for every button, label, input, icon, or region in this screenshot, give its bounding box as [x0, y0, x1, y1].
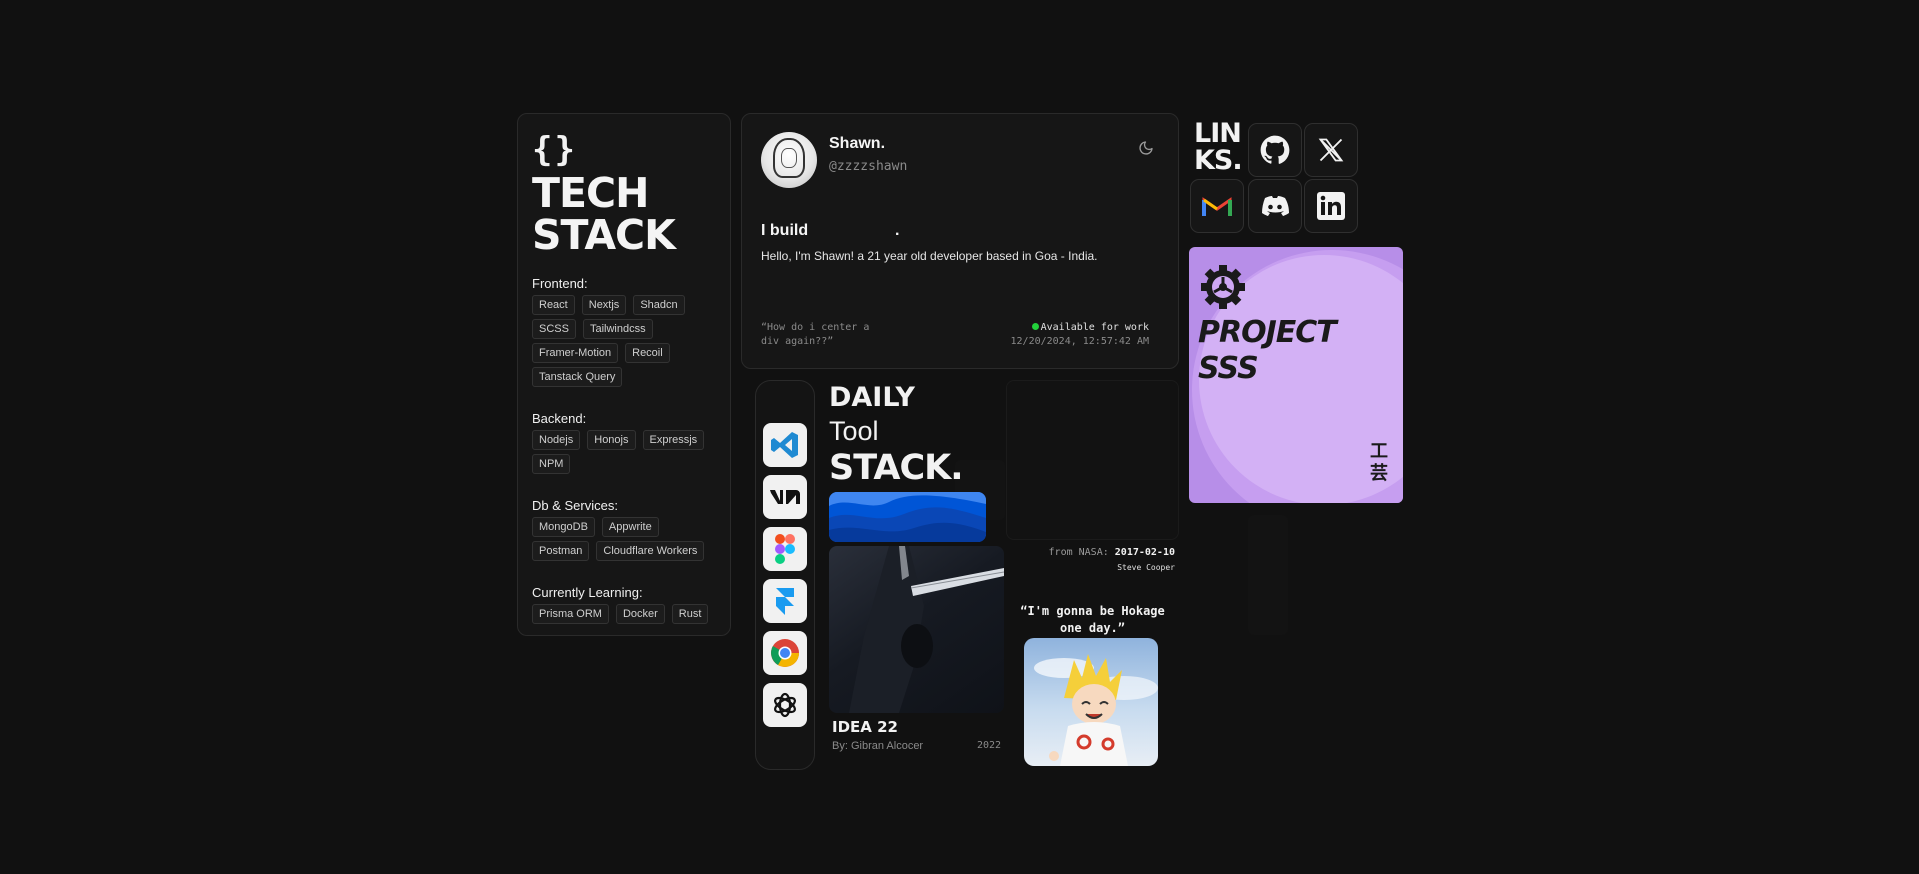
- avatar[interactable]: [761, 132, 817, 188]
- daily-tool-subtitle: Tool: [829, 416, 879, 446]
- linkedin-icon: [1317, 192, 1345, 220]
- profile-card: Shawn. @zzzzshawn I build . Hello, I'm S…: [741, 113, 1179, 369]
- build-heading: I build: [761, 222, 809, 239]
- v0-button[interactable]: [763, 475, 807, 519]
- project-title: PROJECT SSS: [1198, 315, 1337, 387]
- gmail-link[interactable]: [1190, 179, 1244, 233]
- kanji-2: 芸: [1370, 463, 1388, 483]
- tech-tag: React: [532, 295, 575, 315]
- tech-tag: SCSS: [532, 319, 576, 339]
- nasa-date: 2017-02-10: [1114, 547, 1175, 558]
- tech-section-heading: Backend:: [532, 411, 587, 426]
- anime-quote: “I'm gonna be Hokage one day.”: [1020, 604, 1165, 635]
- tech-tag: Nodejs: [532, 430, 581, 450]
- chrome-icon: [771, 639, 799, 667]
- profile-bio: Hello, I'm Shawn! a 21 year old develope…: [761, 249, 1098, 263]
- build-dot: .: [895, 222, 900, 239]
- nasa-caption: from NASA: 2017-02-10: [1049, 547, 1175, 558]
- discord-icon: [1262, 196, 1289, 216]
- tech-tag: Docker: [615, 604, 665, 624]
- profile-name: Shawn.: [829, 135, 886, 152]
- tech-sections: Frontend: React Nextjs Shadcn SCSS Tailwindcs…: [532, 276, 716, 624]
- song-artist: By: Gibran Alcocer: [832, 740, 924, 752]
- tech-tag: Cloudflare Workers: [596, 541, 705, 561]
- wave-banner: [829, 492, 986, 542]
- tech-tag-list: Nodejs Honojs Expressjs NPM: [532, 430, 716, 474]
- openai-icon: [774, 692, 796, 718]
- tech-stack-title: TECH STACK: [532, 172, 716, 256]
- tech-section-heading: Frontend:: [532, 276, 588, 291]
- chrome-button[interactable]: [763, 631, 807, 675]
- tech-stack-card: {} TECH STACK Frontend: React Nextjs Shadcn…: [517, 113, 731, 636]
- tech-tag: Appwrite: [601, 517, 659, 537]
- status-badge: Available for work: [1031, 321, 1149, 335]
- anime-image[interactable]: [1024, 638, 1158, 766]
- tool-dock: [755, 380, 815, 770]
- tech-tag: Expressjs: [642, 430, 705, 450]
- tech-title-line1: TECH: [532, 169, 649, 217]
- tech-section-heading: Db & Services:: [532, 498, 618, 513]
- project-card[interactable]: PROJECT SSS 工 芸: [1189, 247, 1403, 503]
- tech-tag: Framer-Motion: [532, 343, 619, 363]
- profile-quote: “How do i center a div again??”: [761, 322, 870, 347]
- status-text: Available for work: [1040, 322, 1149, 333]
- brace-icon: {}: [532, 130, 577, 170]
- links-title-line1: LIN: [1194, 118, 1242, 149]
- x-icon: [1318, 138, 1344, 162]
- tech-tag: NPM: [532, 454, 571, 474]
- kanji-1: 工: [1370, 441, 1388, 461]
- wave-graphic: [829, 492, 986, 542]
- nasa-prefix: from NASA:: [1048, 547, 1109, 558]
- framer-button[interactable]: [763, 579, 807, 623]
- nasa-credit: Steve Cooper: [1117, 563, 1175, 572]
- x-link[interactable]: [1304, 123, 1358, 177]
- profile-handle[interactable]: @zzzzshawn: [829, 159, 907, 174]
- vscode-icon: [771, 432, 798, 458]
- github-link[interactable]: [1248, 123, 1302, 177]
- daily-title: DAILY: [829, 382, 915, 413]
- gmail-icon: [1202, 197, 1232, 216]
- project-title-line2: SSS: [1198, 351, 1259, 386]
- openai-button[interactable]: [763, 683, 807, 727]
- album-art: [849, 546, 1004, 713]
- gear-icon: [1201, 265, 1245, 309]
- v0-icon: [770, 490, 800, 504]
- album-cover[interactable]: [829, 546, 1004, 713]
- tech-title-line2: STACK: [532, 211, 676, 259]
- figma-button[interactable]: [763, 527, 807, 571]
- tech-tag: Tanstack Query: [532, 367, 623, 387]
- tech-tag: Tailwindcss: [582, 319, 653, 339]
- background-shape: [1248, 515, 1288, 635]
- nasa-image[interactable]: [1006, 380, 1179, 540]
- project-kanji: 工 芸: [1369, 440, 1389, 484]
- tech-tag: Honojs: [587, 430, 636, 450]
- song-title: IDEA 22: [832, 718, 898, 736]
- links-title-line2: KS.: [1194, 145, 1243, 176]
- project-title-line1: PROJECT: [1198, 315, 1337, 350]
- tech-tag: Recoil: [625, 343, 670, 363]
- linkedin-link[interactable]: [1304, 179, 1358, 233]
- tech-tag: Postman: [532, 541, 590, 561]
- tech-tag: Shadcn: [633, 295, 685, 315]
- framer-icon: [776, 588, 794, 615]
- daily-stack-title: STACK.: [829, 448, 964, 488]
- tech-tag-list: MongoDB Appwrite Postman Cloudflare Workers: [532, 517, 716, 561]
- figma-icon: [775, 534, 795, 564]
- tech-tag: MongoDB: [532, 517, 595, 537]
- discord-link[interactable]: [1248, 179, 1302, 233]
- status-dot-icon: [1031, 323, 1039, 330]
- vscode-button[interactable]: [763, 423, 807, 467]
- tech-tag-list: React Nextjs Shadcn SCSS Tailwindcss Framer-M…: [532, 295, 716, 387]
- moon-icon[interactable]: [1138, 140, 1154, 156]
- tech-tag-list: Prisma ORM Docker Rust: [532, 604, 716, 624]
- profile-timestamp: 12/20/2024, 12:57:42 AM: [1010, 336, 1149, 347]
- tech-tag: Prisma ORM: [532, 604, 609, 624]
- links-title: LIN KS.: [1194, 118, 1243, 176]
- tech-section-heading: Currently Learning:: [532, 585, 643, 600]
- anime-character: [1034, 654, 1158, 766]
- github-icon: [1260, 135, 1290, 164]
- tech-tag: Nextjs: [581, 295, 627, 315]
- song-year: 2022: [977, 740, 1002, 751]
- tech-tag: Rust: [671, 604, 709, 624]
